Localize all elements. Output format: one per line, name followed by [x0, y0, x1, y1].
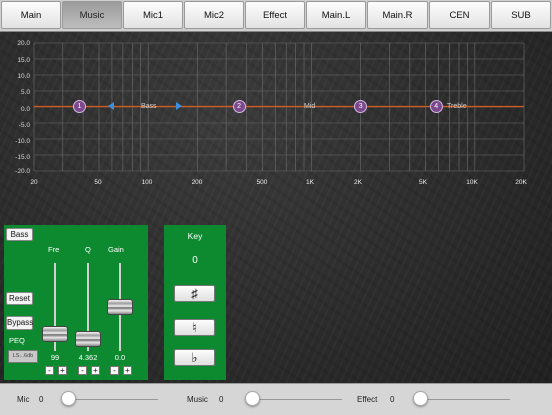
effect-value: 0 [390, 395, 395, 404]
bandwidth-left-arrow-icon[interactable] [108, 102, 114, 110]
natural-button[interactable]: ♮ [174, 319, 215, 336]
band-label-mid: Mid [304, 103, 316, 110]
peq-panel: Bass Reset Bypass PEQ LS...6db Fre Q Gai… [4, 225, 148, 380]
y-tick-label: -10.0 [15, 138, 30, 145]
y-tick-label: 0.0 [20, 106, 30, 113]
effect-slider-track[interactable] [414, 399, 510, 400]
tab-effect[interactable]: Effect [245, 1, 305, 29]
band-label-treble: Treble [447, 103, 467, 110]
x-tick-label: 100 [141, 179, 153, 186]
key-panel: Key 0 ♯ ♮ ♭ [164, 225, 226, 380]
gain-value: 0.0 [114, 353, 126, 362]
tab-bar: Main Music Mic1 Mic2 Effect Main.L Main.… [0, 0, 552, 32]
gain-slider-handle[interactable] [107, 299, 133, 315]
key-value: 0 [192, 255, 198, 266]
tab-mic1[interactable]: Mic1 [123, 1, 183, 29]
music-value: 0 [219, 395, 224, 404]
sharp-button[interactable]: ♯ [174, 285, 215, 302]
music-slider-handle[interactable] [245, 391, 260, 406]
band-select-button[interactable]: Bass [6, 228, 33, 241]
fre-slider-label: Fre [48, 245, 60, 254]
key-title: Key [187, 231, 203, 241]
x-tick-label: 20K [515, 179, 527, 186]
effect-slider-handle[interactable] [413, 391, 428, 406]
tab-music[interactable]: Music [62, 1, 122, 29]
q-slider-handle[interactable] [75, 331, 101, 348]
q-decrement-button[interactable]: - [78, 366, 87, 375]
tab-main-r[interactable]: Main.R [367, 1, 428, 29]
mic-value: 0 [39, 395, 44, 404]
q-increment-button[interactable]: + [91, 366, 100, 375]
reset-button[interactable]: Reset [6, 292, 33, 305]
bypass-button[interactable]: Bypass [6, 316, 33, 330]
gain-decrement-button[interactable]: - [110, 366, 119, 375]
fre-decrement-button[interactable]: - [45, 366, 54, 375]
y-tick-label: -5.0 [18, 122, 30, 129]
y-tick-label: -15.0 [15, 154, 30, 161]
x-tick-label: 500 [256, 179, 268, 186]
flat-button[interactable]: ♭ [174, 349, 215, 366]
mic-slider-handle[interactable] [61, 391, 76, 406]
eq-node-4[interactable]: 4 [429, 100, 443, 113]
mic-label: Mic [17, 395, 30, 404]
gain-slider-label: Gain [108, 245, 124, 254]
y-tick-label: 10.0 [17, 73, 30, 80]
x-tick-label: 10K [466, 179, 478, 186]
band-label-bass: Bass [141, 103, 157, 110]
tab-sub[interactable]: SUB [491, 1, 551, 29]
eq-node-1[interactable]: 1 [73, 100, 87, 113]
tab-mic2[interactable]: Mic2 [184, 1, 244, 29]
y-tick-label: 15.0 [17, 57, 30, 64]
eq-graph[interactable]: 20.0 15.0 10.0 5.0 0.0 -5.0 -10.0 -15.0 … [0, 31, 552, 191]
y-tick-label: -20.0 [15, 168, 30, 175]
x-tick-label: 1K [306, 179, 314, 186]
x-tick-label: 20 [30, 179, 38, 186]
fre-value: 99 [50, 353, 60, 362]
mixer-bar: Mic 0 Music 0 Effect 0 [0, 383, 552, 415]
tab-main-l[interactable]: Main.L [306, 1, 366, 29]
y-tick-label: 5.0 [20, 89, 30, 96]
mic-slider-track[interactable] [62, 399, 158, 400]
y-tick-label: 20.0 [17, 40, 30, 47]
x-tick-label: 200 [191, 179, 203, 186]
q-slider-label: Q [85, 245, 91, 254]
gain-increment-button[interactable]: + [123, 366, 132, 375]
peq-label: PEQ [9, 336, 25, 345]
x-tick-label: 5K [419, 179, 427, 186]
music-label: Music [187, 395, 208, 404]
bandwidth-right-arrow-icon[interactable] [176, 102, 182, 110]
fre-slider-handle[interactable] [42, 326, 68, 343]
x-tick-label: 2K [354, 179, 362, 186]
effect-label: Effect [357, 395, 378, 404]
eq-node-2[interactable]: 2 [232, 100, 246, 113]
tab-main[interactable]: Main [1, 1, 61, 29]
q-value: 4.362 [78, 353, 98, 362]
tab-cen[interactable]: CEN [429, 1, 490, 29]
music-slider-track[interactable] [246, 399, 342, 400]
x-tick-label: 50 [94, 179, 102, 186]
fre-increment-button[interactable]: + [58, 366, 67, 375]
filter-preset-button[interactable]: LS...6db [8, 350, 38, 363]
